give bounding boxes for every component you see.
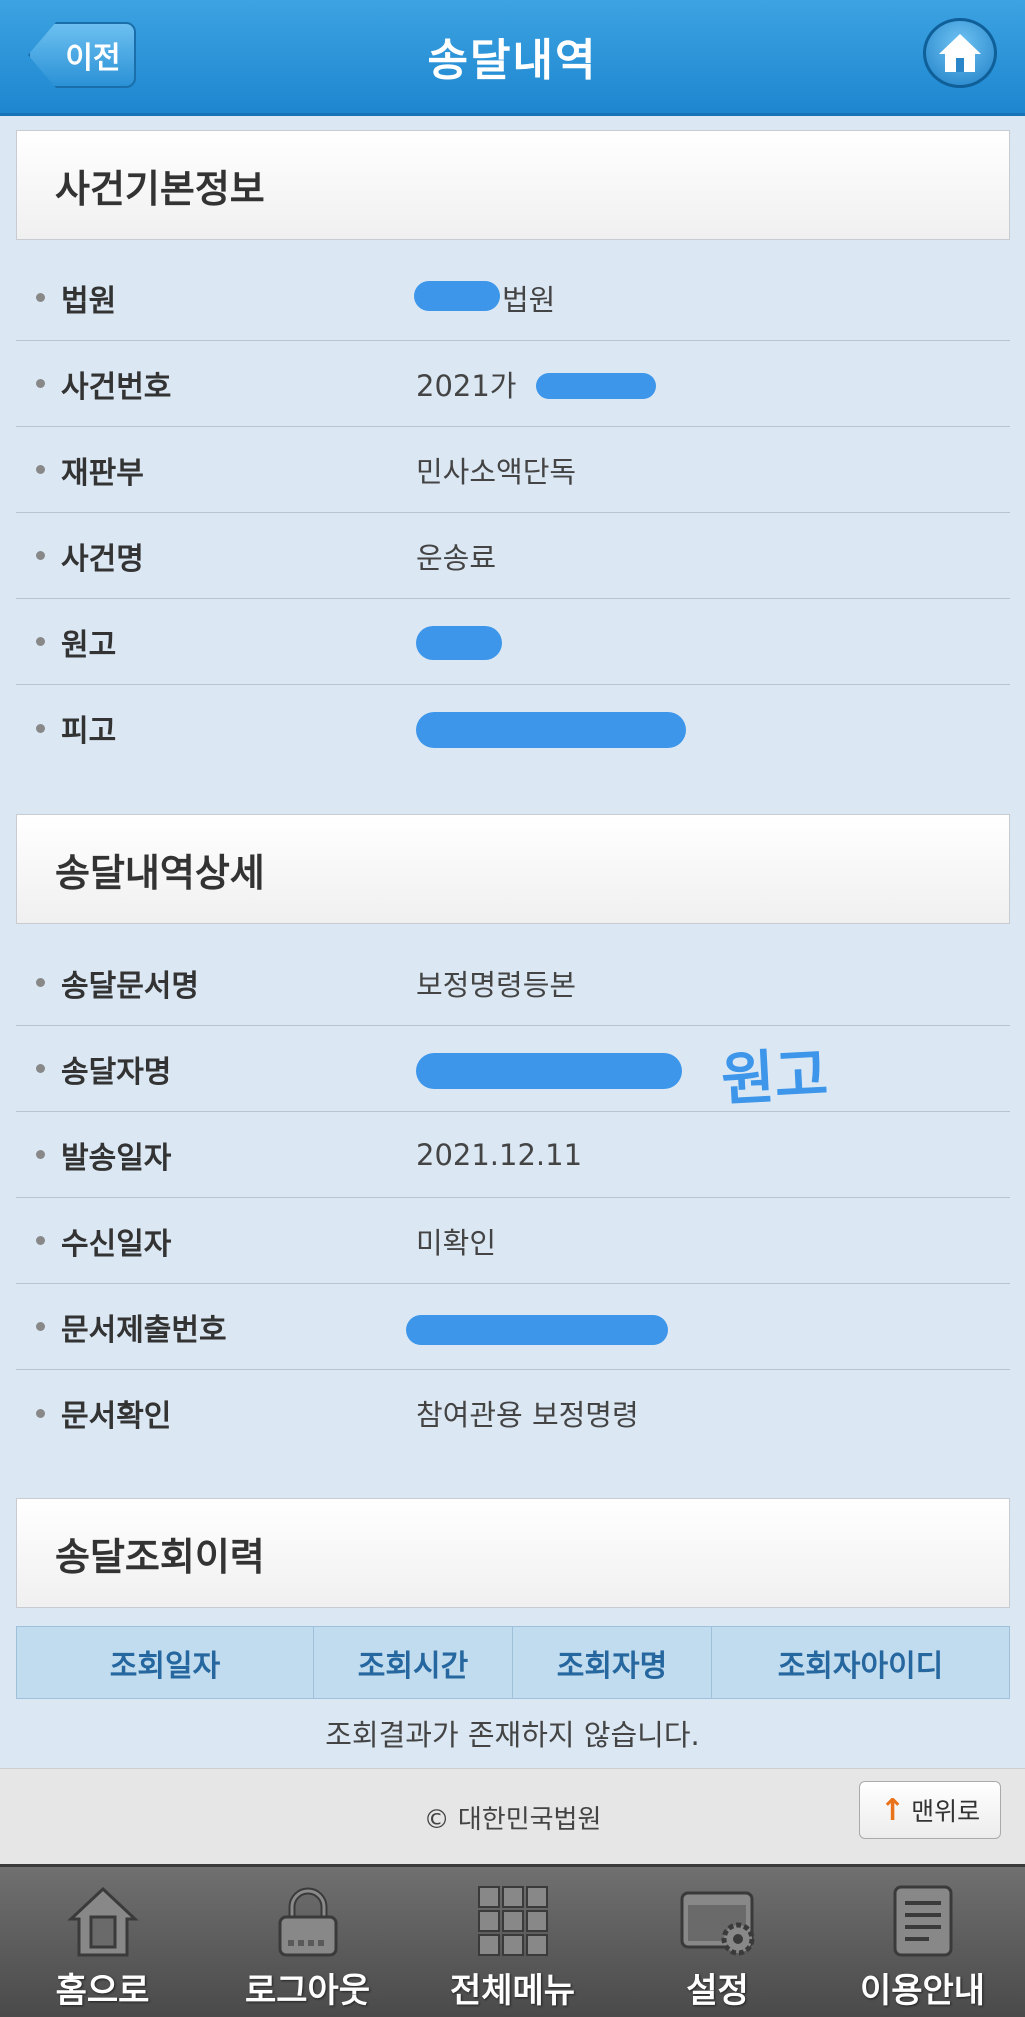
redaction-mark — [416, 625, 502, 660]
bullet-icon — [36, 379, 45, 388]
info-row-send-date: 발송일자 2021.12.11 — [16, 1112, 1010, 1198]
info-row-submission-number: 문서제출번호 — [16, 1284, 1010, 1370]
info-label: 원고 — [61, 627, 117, 663]
nav-label: 설정 — [686, 1971, 749, 2011]
document-check-link[interactable]: 참여관용 보정명령 — [416, 1392, 639, 1434]
page-title: 송달내역 — [427, 35, 598, 86]
info-value: 2021가 — [416, 363, 656, 405]
info-value — [416, 622, 516, 662]
empty-result-message: 조회결과가 존재하지 않습니다. — [325, 1718, 700, 1752]
nav-item-guide[interactable]: 이용안내 — [820, 1867, 1025, 2017]
bullet-icon — [36, 1236, 45, 1245]
column-header: 조회자아이디 — [711, 1626, 1010, 1699]
nav-label: 전체메뉴 — [449, 1971, 576, 2011]
bullet-icon — [36, 1064, 45, 1073]
nav-item-settings[interactable]: 설정 — [615, 1867, 820, 2017]
nav-label: 로그아웃 — [244, 1971, 371, 2011]
home-icon — [939, 34, 981, 72]
info-value — [416, 708, 696, 748]
bullet-icon — [36, 1322, 45, 1331]
nav-label: 이용안내 — [859, 1971, 986, 2011]
bullet-icon — [36, 723, 45, 733]
lock-icon — [278, 1887, 337, 1957]
column-header: 조회시간 — [313, 1626, 513, 1699]
home-button[interactable] — [923, 18, 997, 88]
info-label: 문서제출번호 — [61, 1312, 227, 1348]
section-title-history: 송달조회이력 — [16, 1498, 1010, 1608]
info-label: 문서확인 — [61, 1399, 172, 1434]
bullet-icon — [36, 465, 45, 474]
info-row-division: 재판부 민사소액단독 — [16, 427, 1010, 513]
bullet-icon — [36, 1150, 45, 1159]
redaction-mark — [416, 1052, 682, 1089]
case-info-list: 법원 법원 사건번호 2021가 재판부 민사소액단독 사건명 운송료 원고 피… — [16, 255, 1010, 771]
handwritten-note: 원고 — [719, 1040, 830, 1114]
nav-label: 홈으로 — [55, 1971, 150, 2011]
grid-menu-icon — [477, 1886, 548, 1956]
info-value: 민사소액단독 — [416, 454, 577, 489]
redaction-mark — [406, 1314, 668, 1345]
bullet-icon — [36, 293, 45, 302]
info-label: 송달자명 — [61, 1054, 172, 1090]
info-value: 2021.12.11 — [416, 1137, 583, 1172]
arrow-up-icon: ↑ — [879, 1792, 906, 1828]
info-row-document-name: 송달문서명 보정명령등본 — [16, 940, 1010, 1026]
table-header-row: 조회일자 조회시간 조회자명 조회자아이디 — [16, 1626, 1010, 1699]
nav-item-home[interactable]: 홈으로 — [0, 1867, 205, 2017]
section-title-delivery-detail: 송달내역상세 — [16, 814, 1010, 924]
footer: © 대한민국법원 ↑ 맨위로 — [0, 1768, 1025, 1864]
info-label: 법원 — [61, 283, 117, 319]
info-label: 송달문서명 — [61, 968, 199, 1004]
info-label: 피고 — [61, 714, 117, 749]
redaction-mark — [536, 372, 656, 399]
section-title-case-info: 사건기본정보 — [16, 130, 1010, 240]
info-row-defendant: 피고 — [16, 685, 1010, 771]
bullet-icon — [36, 637, 45, 646]
info-value: 법원 — [414, 277, 555, 319]
info-value: 보정명령등본 — [416, 967, 577, 1002]
info-row-case-name: 사건명 운송료 — [16, 513, 1010, 599]
info-row-case-number: 사건번호 2021가 — [16, 341, 1010, 427]
history-table: 조회일자 조회시간 조회자명 조회자아이디 — [16, 1626, 1010, 1699]
info-label: 수신일자 — [61, 1226, 172, 1262]
redaction-mark — [416, 712, 686, 748]
scroll-top-label: 맨위로 — [911, 1797, 981, 1826]
delivery-detail-list: 송달문서명 보정명령등본 송달자명 원고 발송일자 2021.12.11 수신일… — [16, 940, 1010, 1456]
column-header: 조회일자 — [16, 1626, 314, 1699]
bullet-icon — [36, 1408, 45, 1418]
info-value — [416, 1049, 696, 1089]
bullet-icon — [36, 978, 45, 987]
settings-icon — [680, 1891, 754, 1956]
info-label: 사건번호 — [61, 369, 172, 405]
info-value — [406, 1307, 696, 1347]
info-row-receive-date: 수신일자 미확인 — [16, 1198, 1010, 1284]
bullet-icon — [36, 551, 45, 560]
info-label: 발송일자 — [61, 1140, 172, 1176]
column-header: 조회자명 — [512, 1626, 712, 1699]
redaction-mark — [414, 280, 500, 311]
bottom-nav: 홈으로 로그아웃 전체메뉴 설정 이용안내 — [0, 1864, 1025, 2017]
info-label: 사건명 — [61, 541, 144, 577]
info-value: 운송료 — [416, 540, 497, 575]
info-value: 미확인 — [416, 1225, 497, 1260]
info-row-plaintiff: 원고 — [16, 599, 1010, 685]
info-row-court: 법원 법원 — [16, 255, 1010, 341]
info-row-recipient-name: 송달자명 원고 — [16, 1026, 1010, 1114]
nav-item-logout[interactable]: 로그아웃 — [205, 1867, 410, 2017]
info-row-document-check: 문서확인 참여관용 보정명령 — [16, 1370, 1010, 1456]
home-icon — [66, 1886, 139, 1957]
document-icon — [893, 1885, 952, 1957]
info-label: 재판부 — [61, 455, 144, 491]
scroll-top-button[interactable]: ↑ 맨위로 — [859, 1781, 1001, 1839]
nav-item-all-menu[interactable]: 전체메뉴 — [410, 1867, 615, 2017]
app-header: 이전 송달내역 — [0, 0, 1025, 116]
